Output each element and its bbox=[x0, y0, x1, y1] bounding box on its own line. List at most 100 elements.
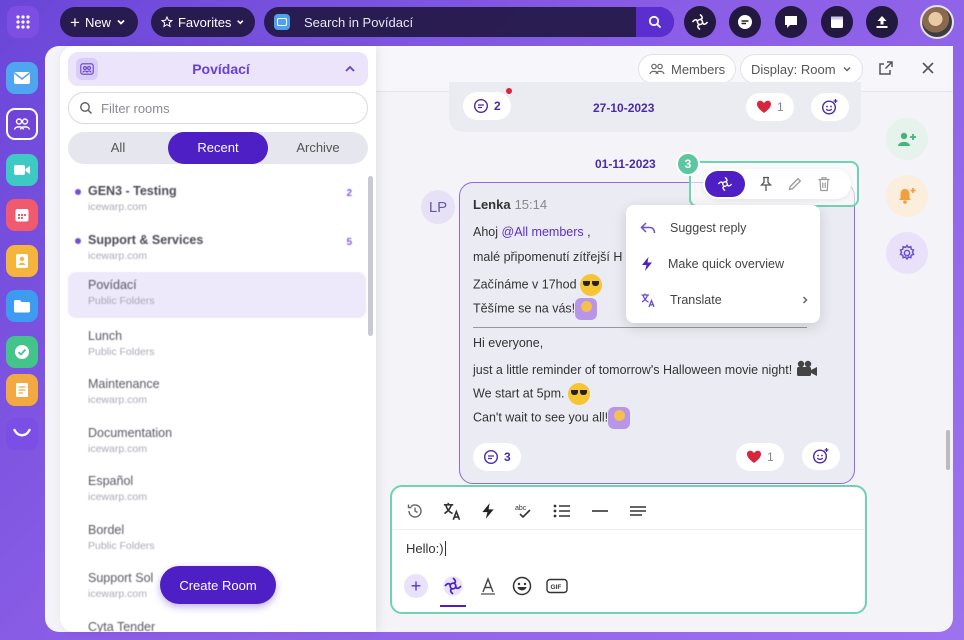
add-member-button[interactable] bbox=[886, 118, 928, 160]
comment-icon[interactable] bbox=[775, 6, 807, 38]
close-icon[interactable] bbox=[920, 60, 936, 81]
add-emoji-icon bbox=[821, 99, 838, 115]
bullet-list-icon[interactable] bbox=[552, 502, 572, 520]
room-item-espanol[interactable]: Español icewarp.com bbox=[68, 468, 366, 514]
mail-icon[interactable] bbox=[6, 62, 38, 94]
favorites-button[interactable]: Favorites bbox=[151, 7, 255, 37]
chevron-up-icon[interactable] bbox=[344, 64, 356, 74]
user-avatar[interactable] bbox=[920, 5, 954, 39]
settings-button[interactable] bbox=[886, 232, 928, 274]
room-name: Support & Services bbox=[88, 233, 204, 247]
comments-chip[interactable]: 2 bbox=[463, 92, 511, 120]
add-reaction-button[interactable] bbox=[802, 442, 840, 470]
horizontal-rule-icon[interactable] bbox=[590, 502, 610, 520]
sunglasses-emoji-icon bbox=[580, 274, 603, 296]
notifications-button[interactable] bbox=[886, 175, 928, 217]
comments-chip[interactable]: 3 bbox=[473, 443, 521, 471]
heart-icon bbox=[757, 100, 771, 113]
translate-icon[interactable] bbox=[442, 501, 462, 521]
rooms-icon[interactable] bbox=[6, 108, 38, 140]
spellcheck-icon[interactable]: abc bbox=[514, 502, 534, 520]
lightning-icon[interactable] bbox=[480, 502, 496, 520]
room-icon bbox=[76, 58, 98, 80]
add-reaction-button[interactable] bbox=[811, 93, 849, 121]
ai-assistant-icon[interactable] bbox=[684, 6, 716, 38]
text-format-icon[interactable] bbox=[478, 576, 498, 596]
search-input[interactable]: Search in Povídací bbox=[264, 7, 674, 37]
filter-rooms-input[interactable]: Filter rooms bbox=[68, 92, 368, 124]
tab-recent[interactable]: Recent bbox=[168, 132, 268, 164]
menu-item-quick-overview[interactable]: Make quick overview bbox=[640, 252, 810, 276]
display-dropdown[interactable]: Display: Room bbox=[740, 54, 863, 84]
rooms-panel-header[interactable]: Povídací bbox=[68, 52, 368, 86]
room-item-documentation[interactable]: Documentation icewarp.com bbox=[68, 420, 366, 466]
add-emoji-icon bbox=[812, 448, 829, 464]
room-item-lunch[interactable]: Lunch Public Folders bbox=[68, 323, 366, 369]
contacts-icon[interactable] bbox=[6, 245, 38, 277]
comments-count: 2 bbox=[494, 99, 501, 113]
open-external-icon[interactable] bbox=[878, 60, 894, 81]
new-button[interactable]: + New bbox=[60, 7, 138, 37]
room-item-cyta-tender[interactable]: Cyta Tender bbox=[68, 614, 366, 632]
message-line: We start at 5pm. bbox=[473, 383, 590, 405]
unread-dot bbox=[75, 189, 81, 195]
emoji-icon[interactable] bbox=[512, 576, 532, 596]
ai-assistant-icon[interactable] bbox=[442, 575, 464, 597]
active-tool-indicator bbox=[440, 605, 466, 607]
create-room-button[interactable]: Create Room bbox=[160, 566, 276, 604]
line-text: Těšíme se na vás! bbox=[473, 301, 576, 316]
members-label: Members bbox=[671, 61, 726, 77]
room-item-bordel[interactable]: Bordel Public Folders bbox=[68, 517, 366, 563]
tab-archive[interactable]: Archive bbox=[268, 132, 368, 164]
files-icon[interactable] bbox=[6, 290, 38, 322]
edit-icon[interactable] bbox=[787, 176, 803, 192]
star-icon bbox=[161, 15, 173, 28]
message-line: Začínáme v 17hod bbox=[473, 274, 603, 296]
line-text: just a little reminder of tomorrow's Hal… bbox=[473, 362, 793, 377]
notes-icon[interactable] bbox=[6, 374, 38, 406]
room-item-gen3-testing[interactable]: GEN3 - Testing icewarp.com 2 bbox=[68, 178, 366, 224]
paragraph-icon[interactable] bbox=[628, 502, 648, 520]
video-call-icon[interactable] bbox=[6, 154, 38, 186]
members-icon bbox=[649, 63, 665, 75]
rooms-tabs: All Recent Archive bbox=[68, 132, 368, 164]
chat-icon[interactable] bbox=[729, 6, 761, 38]
lightning-icon bbox=[642, 257, 652, 271]
svg-text:GIF: GIF bbox=[551, 584, 562, 591]
calendar-icon[interactable] bbox=[821, 6, 853, 38]
menu-item-translate[interactable]: Translate bbox=[640, 288, 810, 312]
menu-item-suggest-reply[interactable]: Suggest reply bbox=[640, 216, 810, 240]
delete-icon[interactable] bbox=[817, 176, 831, 192]
tasks-icon[interactable] bbox=[6, 336, 38, 368]
mention-link[interactable]: @All members bbox=[502, 225, 584, 239]
room-subtitle: icewarp.com bbox=[88, 250, 147, 262]
room-item-support-services[interactable]: Support & Services icewarp.com 5 bbox=[68, 227, 366, 273]
members-button[interactable]: Members bbox=[638, 54, 737, 84]
search-icon[interactable] bbox=[636, 7, 674, 37]
pin-icon[interactable] bbox=[759, 176, 773, 192]
reaction-chip[interactable]: 1 bbox=[736, 443, 784, 471]
rooms-scrollbar[interactable] bbox=[368, 176, 373, 336]
add-attachment-button[interactable]: + bbox=[404, 574, 428, 598]
history-icon[interactable] bbox=[406, 502, 424, 520]
tab-all[interactable]: All bbox=[68, 132, 168, 164]
menu-item-label: Suggest reply bbox=[670, 221, 747, 235]
message-input[interactable]: Hello:) bbox=[406, 541, 446, 556]
ai-actions-menu: Suggest reply Make quick overview Transl… bbox=[626, 205, 820, 323]
apps-grid-icon[interactable] bbox=[7, 6, 39, 38]
chevron-down-icon bbox=[237, 20, 244, 25]
search-placeholder: Search in Povídací bbox=[304, 14, 414, 30]
rooms-panel: Povídací Filter rooms All Recent Archive… bbox=[60, 46, 376, 632]
room-item-povidaci[interactable]: Povídací Public Folders bbox=[68, 272, 366, 318]
upload-icon[interactable] bbox=[866, 6, 898, 38]
reaction-chip[interactable]: 1 bbox=[746, 93, 794, 121]
room-item-maintenance[interactable]: Maintenance icewarp.com bbox=[68, 371, 366, 417]
teamchat-icon[interactable] bbox=[6, 418, 38, 450]
ai-actions-button[interactable] bbox=[705, 171, 745, 197]
chevron-down-icon bbox=[117, 19, 125, 25]
waving-person-emoji-icon bbox=[608, 407, 631, 429]
gif-icon[interactable]: GIF bbox=[546, 578, 568, 594]
room-subtitle: Public Folders bbox=[88, 346, 155, 358]
chat-scrollbar[interactable] bbox=[946, 430, 950, 470]
calendar-app-icon[interactable] bbox=[6, 199, 38, 231]
